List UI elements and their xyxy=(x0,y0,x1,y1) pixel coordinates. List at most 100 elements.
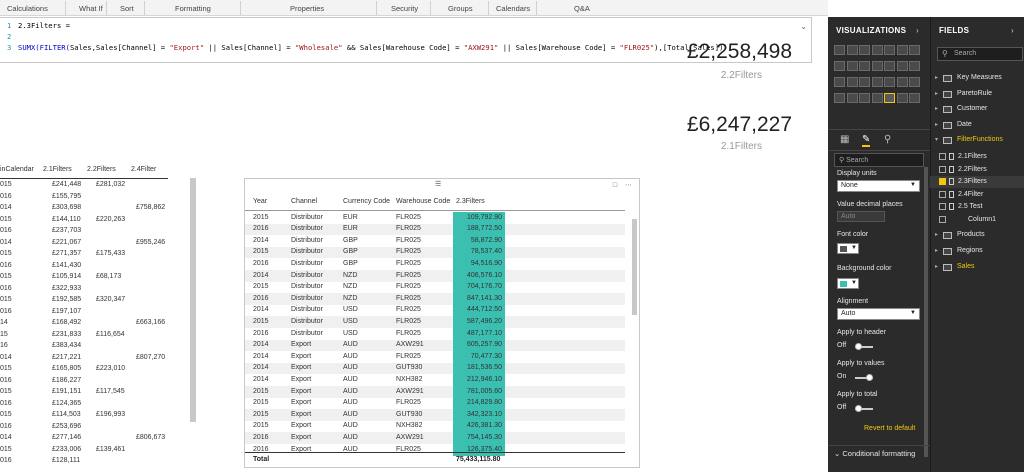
table-visual[interactable]: ☰ □ ⋯ Year Channel Currency Code Warehou… xyxy=(244,178,640,468)
table-cell-2-3filters: 188,772.50 xyxy=(453,223,505,236)
field-table-label: Date xyxy=(957,121,972,128)
visual-type-icon[interactable] xyxy=(859,93,870,103)
format-paint-roller-icon[interactable]: ✎ xyxy=(862,134,871,147)
visual-type-icon[interactable] xyxy=(834,45,845,55)
visual-type-icon[interactable] xyxy=(834,77,845,87)
table-cell: FLR025 xyxy=(396,271,421,279)
table-cell-2-3filters: 109,792.90 xyxy=(453,212,505,224)
visual-type-icon[interactable] xyxy=(884,61,895,71)
checkbox-icon[interactable] xyxy=(939,153,946,160)
matrix-cell: 016 xyxy=(0,284,12,292)
table-cell-2-3filters: 70,477.30 xyxy=(453,351,505,363)
fields-search-input[interactable]: ⚲ Search xyxy=(937,47,1023,61)
table-header-channel[interactable]: Channel xyxy=(291,198,317,205)
checkbox-icon[interactable] xyxy=(939,203,946,211)
table-row: 2015 Export AUD GUT930 342,323.10 xyxy=(245,409,625,421)
visual-type-icon[interactable] xyxy=(834,61,845,71)
checkbox-icon[interactable] xyxy=(939,190,946,198)
table-header-warehouse-code[interactable]: Warehouse Code xyxy=(396,198,450,205)
formula-line-number: 2 xyxy=(7,32,12,41)
field-item[interactable]: 2.3Filters xyxy=(930,176,1024,189)
format-pane-scrollbar[interactable] xyxy=(924,167,928,457)
visual-type-icon[interactable] xyxy=(909,45,920,55)
chevron-right-icon[interactable]: › xyxy=(916,26,919,35)
chevron-down-icon: ▾ xyxy=(935,137,939,143)
matrix-header[interactable]: inCalendar xyxy=(0,166,34,173)
analytics-magnifier-icon[interactable]: ⚲ xyxy=(884,134,891,145)
chevron-right-icon[interactable]: › xyxy=(1011,26,1014,35)
visual-type-icon[interactable] xyxy=(871,61,883,71)
visual-type-icon[interactable] xyxy=(896,77,908,87)
table-cell-2-3filters: 605,257.90 xyxy=(453,339,505,352)
field-item[interactable]: 2.5 Test xyxy=(930,201,1024,213)
field-table-label: Customer xyxy=(957,105,988,112)
visual-type-icon[interactable] xyxy=(896,61,908,71)
visual-type-icon[interactable] xyxy=(909,77,920,87)
chevron-down-icon: ⌄ xyxy=(834,449,841,458)
checkbox-icon[interactable] xyxy=(939,216,946,223)
visual-type-icon[interactable] xyxy=(909,93,920,103)
visual-type-icon[interactable] xyxy=(884,93,895,103)
checkbox-icon[interactable] xyxy=(939,178,946,186)
visual-type-icon[interactable] xyxy=(834,93,845,103)
visual-type-icon[interactable] xyxy=(884,45,895,55)
table-cell: Export xyxy=(291,399,312,407)
visual-type-icon[interactable] xyxy=(871,45,883,55)
visual-type-icon[interactable] xyxy=(871,93,883,103)
visual-type-icon[interactable] xyxy=(846,61,858,71)
focus-mode-icon[interactable]: □ ⋯ xyxy=(613,181,635,189)
table-cell: 2015 xyxy=(253,248,269,256)
conditional-formatting-section[interactable]: ⌄ Conditional formatting xyxy=(828,445,930,459)
visual-type-icon[interactable] xyxy=(846,93,858,103)
format-search-input[interactable]: ⚲ Search xyxy=(834,153,924,167)
checkbox-icon[interactable] xyxy=(939,165,946,173)
drag-handle-icon[interactable]: ☰ xyxy=(435,180,441,188)
visual-type-icon[interactable] xyxy=(896,45,908,55)
revert-to-default-link[interactable]: Revert to default xyxy=(864,425,915,432)
matrix-header[interactable]: 2.4Filter xyxy=(131,166,156,173)
matrix-header[interactable]: 2.2Filters xyxy=(87,166,116,173)
table-header-currency-code[interactable]: Currency Code xyxy=(343,198,390,205)
background-color-picker[interactable]: ▼ xyxy=(837,278,859,289)
field-label: 2.1Filters xyxy=(958,153,987,160)
field-item[interactable]: 2.4Filter xyxy=(930,189,1024,201)
visual-type-icon[interactable] xyxy=(859,45,870,55)
matrix-cell: 016 xyxy=(0,261,12,269)
field-item[interactable]: 2.1Filters xyxy=(930,151,1024,163)
table-cell: GBP xyxy=(343,248,358,256)
matrix-cell: £168,492 xyxy=(52,319,82,326)
formula-line-3[interactable]: SUMX(FILTER(Sales,Sales[Channel] = "Expo… xyxy=(18,43,723,52)
visual-type-icon[interactable] xyxy=(859,77,870,87)
chevron-down-icon[interactable]: ⌄ xyxy=(800,22,807,31)
visual-type-icon[interactable] xyxy=(871,77,883,87)
display-units-dropdown[interactable]: None ▼ xyxy=(837,180,920,192)
visual-type-icon[interactable] xyxy=(859,61,870,71)
fields-tab-icon[interactable]: ▦ xyxy=(840,134,849,145)
table-header-2-3filters[interactable]: 2.3Filters xyxy=(456,198,485,205)
formula-line-1[interactable]: 2.3Filters = xyxy=(18,21,70,30)
card-2-2filters-value: £2,258,498 xyxy=(686,40,792,63)
matrix-scrollbar[interactable] xyxy=(190,178,196,422)
matrix-header[interactable]: 2.1Filters xyxy=(43,166,72,173)
visual-type-icon[interactable] xyxy=(896,93,908,103)
decimal-places-input[interactable]: Auto xyxy=(837,211,885,222)
alignment-dropdown[interactable]: Auto ▼ xyxy=(837,308,920,320)
apply-to-values-toggle[interactable] xyxy=(855,374,873,381)
visual-type-icon[interactable] xyxy=(884,77,895,87)
visual-type-icon[interactable] xyxy=(846,45,858,55)
table-cell: NZD xyxy=(343,283,358,291)
table-cell: 2015 xyxy=(253,422,269,430)
table-header-year[interactable]: Year xyxy=(253,198,267,205)
field-item[interactable]: Column1 xyxy=(930,214,1024,226)
matrix-cell: £303,698 xyxy=(52,204,82,211)
ribbon-separator xyxy=(240,1,241,15)
font-color-picker[interactable]: ▼ xyxy=(837,243,859,254)
apply-to-header-toggle[interactable] xyxy=(855,343,873,350)
table-cell: Export xyxy=(291,433,312,441)
visual-type-icon[interactable] xyxy=(909,61,920,71)
apply-to-total-toggle[interactable] xyxy=(855,405,873,412)
field-item[interactable]: 2.2Filters xyxy=(930,164,1024,176)
matrix-cell: 16 xyxy=(0,342,8,349)
table-scrollbar[interactable] xyxy=(632,219,637,315)
visual-type-icon[interactable] xyxy=(846,77,858,87)
